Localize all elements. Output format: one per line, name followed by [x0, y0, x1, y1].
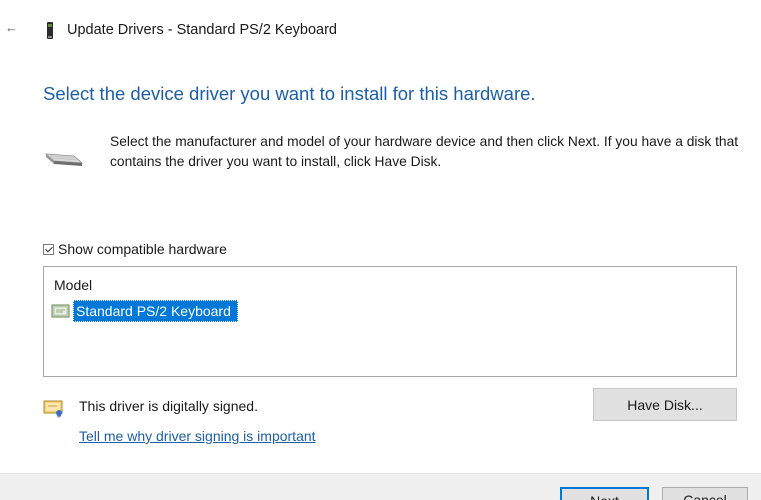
page-heading: Select the device driver you want to ins…	[43, 83, 536, 104]
next-button[interactable]: Next	[560, 487, 649, 500]
instruction-text: Select the manufacturer and model of you…	[110, 134, 739, 169]
list-item[interactable]: Standard PS/2 Keyboard	[51, 300, 238, 322]
model-column-header: Model	[54, 277, 93, 293]
signed-certificate-icon	[43, 400, 63, 418]
show-compatible-hardware-checkbox[interactable]: Show compatible hardware	[43, 240, 227, 258]
driver-certificate-icon	[51, 304, 70, 318]
model-list[interactable]: Model Standard PS/2 Keyboard	[43, 266, 737, 377]
model-item-label: Standard PS/2 Keyboard	[73, 300, 238, 322]
hardware-device-icon	[44, 153, 84, 166]
have-disk-button[interactable]: Have Disk...	[593, 388, 737, 421]
keyboard-device-icon	[47, 22, 53, 39]
back-arrow-icon[interactable]: ←	[5, 20, 21, 36]
driver-signing-link[interactable]: Tell me why driver signing is important	[79, 428, 316, 444]
checkbox-checked-icon[interactable]	[43, 243, 54, 255]
cancel-button[interactable]: Cancel	[662, 487, 748, 500]
signed-status-text: This driver is digitally signed.	[79, 398, 258, 414]
show-compatible-hardware-label: Show compatible hardware	[58, 241, 227, 257]
window-title: Update Drivers - Standard PS/2 Keyboard	[67, 22, 337, 38]
